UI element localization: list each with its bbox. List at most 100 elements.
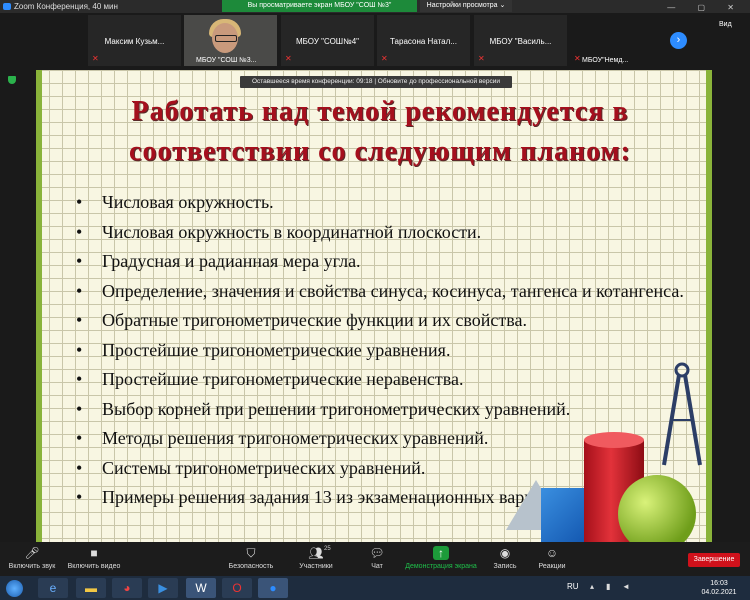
bullet-icon: • [76, 487, 83, 507]
windows-taskbar: e ▬ ◕ ▶ W O ● RU ▴ ▮ ◄ 16:03 04.02.2021 [0, 576, 750, 600]
muted-mic-icon: ✕ [92, 54, 99, 63]
bullet-icon: • [76, 192, 83, 212]
tray-arrow-icon[interactable]: ▴ [590, 582, 594, 591]
slide-right-border [706, 70, 712, 542]
bullet-icon: • [76, 428, 83, 448]
bullet-icon: • [76, 280, 83, 301]
plan-item-text: Системы тригонометрических уравнений. [102, 457, 426, 478]
participant-tile[interactable]: МБОУ "СОШ№4" ✕ [281, 15, 374, 66]
slide-title: Работать над темой рекомендуется в соотв… [60, 92, 700, 172]
media-taskbar-icon[interactable]: ▶ [148, 578, 178, 598]
chrome-taskbar-icon[interactable]: ◕ [112, 578, 142, 598]
plan-item-text: Простейшие тригонометрические уравнения. [102, 339, 451, 360]
view-options-button[interactable]: Настройки просмотра ⌄ [420, 0, 512, 12]
plan-item-text: Выбор корней при решении тригонометричес… [102, 398, 571, 419]
ie-taskbar-icon[interactable]: e [38, 578, 68, 598]
share-screen-button[interactable]: ↑ Демонстрация экрана [404, 546, 478, 570]
viewing-share-banner: Вы просматриваете экран МБОУ "СОШ №3" [222, 0, 417, 12]
chat-button[interactable]: 💬︎ Чат [362, 546, 392, 570]
muted-mic-icon: ✕ [381, 54, 388, 63]
participant-name: Максим Кузьм... [104, 37, 165, 46]
slide-title-line: соответствии со следующим планом: [129, 136, 631, 167]
plan-item: • Числовая окружность в координатной плос… [76, 222, 696, 243]
taskbar-clock[interactable]: 16:03 04.02.2021 [698, 579, 740, 597]
clock-date: 04.02.2021 [701, 589, 737, 596]
participant-name: МБОУ "Василь... [489, 37, 552, 46]
plan-item: • Выбор корней при решении тригонометриче… [76, 399, 696, 420]
record-button[interactable]: ◉ Запись [488, 546, 522, 570]
bullet-icon: • [76, 221, 83, 242]
plan-item: • Градусная и радианная мера угла. [76, 251, 696, 272]
participant-glasses [215, 35, 237, 42]
bullet-icon: • [76, 339, 83, 360]
participant-name: Тарасона Натал... [390, 37, 457, 46]
meeting-time-remaining-banner[interactable]: Оставшееся время конференции: 09:18 | Об… [240, 76, 512, 88]
unmute-label: Включить звук [8, 563, 56, 570]
bullet-icon: • [76, 457, 83, 478]
reactions-button[interactable]: ☺ Реакции [534, 546, 570, 570]
plan-item-text: Методы решения тригонометрических уравне… [102, 428, 489, 448]
plan-item-text: Простейшие тригонометрические неравенств… [102, 369, 464, 389]
meeting-toolbar: 🎤︎ Включить звук ■ Включить видео ⛉ Безо… [0, 542, 750, 576]
share-screen-label: Демонстрация экрана [405, 563, 477, 570]
network-icon[interactable]: ▮ [606, 582, 610, 591]
share-screen-icon: ↑ [433, 546, 449, 560]
compass-icon [662, 362, 702, 466]
security-button[interactable]: ⛉ Безопасность [226, 546, 276, 570]
chat-label: Чат [371, 563, 383, 570]
shared-screen-slide: Работать над темой рекомендуется в соотв… [36, 70, 712, 542]
volume-icon[interactable]: ◄ [622, 582, 630, 591]
start-video-label: Включить видео [67, 563, 121, 570]
red-cylinder-top-decoration [584, 432, 644, 448]
opera-taskbar-icon[interactable]: O [222, 578, 252, 598]
security-shield-icon[interactable] [8, 76, 16, 84]
start-video-button[interactable]: ■ Включить видео [64, 546, 124, 570]
chat-icon: 💬︎ [369, 546, 385, 560]
plan-item-text: Определение, значения и свойства синуса,… [102, 280, 684, 301]
word-taskbar-icon[interactable]: W [186, 578, 216, 598]
participant-name: МБОУ "СОШ №3... [196, 57, 257, 64]
bullet-icon: • [76, 398, 83, 419]
participant-tile[interactable]: ✕ МБОУ"Немд... [570, 15, 663, 66]
bullet-icon: • [76, 251, 83, 271]
participant-tile[interactable]: Тарасона Натал... ✕ [377, 15, 470, 66]
participants-button[interactable]: 👥︎ Участники [292, 546, 340, 570]
end-meeting-button[interactable]: Завершение [688, 553, 740, 567]
participants-label: Участники [299, 563, 333, 570]
plan-item-text: Обратные тригонометрические функции и их… [102, 310, 528, 330]
start-button-icon[interactable] [6, 580, 23, 597]
language-indicator[interactable]: RU [567, 582, 579, 591]
participant-tile[interactable]: Максим Кузьм... ✕ [88, 15, 181, 66]
reactions-label: Реакции [538, 563, 566, 570]
plan-item: • Простейшие тригонометрические неравенст… [76, 369, 696, 390]
view-button[interactable]: Вид [719, 21, 732, 28]
plan-item: • Простейшие тригонометрические уравнения… [76, 340, 696, 361]
video-off-icon: ■ [90, 546, 98, 560]
plan-item-text: Числовая окружность. [102, 192, 274, 212]
participant-name: МБОУ "СОШ№4" [295, 37, 360, 46]
participants-strip: Максим Кузьм... ✕ МБОУ "СОШ №3... МБОУ "… [0, 13, 750, 68]
bullet-icon: • [76, 369, 83, 389]
participant-tile[interactable]: МБОУ "Василь... ✕ [474, 15, 567, 66]
slide-title-line: Работать над темой рекомендуется в [131, 96, 629, 127]
security-label: Безопасность [228, 563, 274, 570]
next-participants-button[interactable]: › [670, 32, 687, 49]
explorer-taskbar-icon[interactable]: ▬ [76, 578, 106, 598]
participants-count-badge: 25 [324, 546, 331, 552]
plan-item-text: Градусная и радианная мера угла. [102, 251, 361, 271]
zoom-taskbar-icon[interactable]: ● [258, 578, 288, 598]
participant-name: МБОУ"Немд... [582, 57, 629, 64]
muted-mic-icon: ✕ [478, 54, 485, 63]
participants-icon: 👥︎ [308, 546, 324, 560]
clock-time: 16:03 [710, 580, 728, 587]
muted-mic-icon: 🎤︎ [24, 546, 40, 560]
plan-item: • Обратные тригонометрические функции и и… [76, 310, 696, 331]
plan-item: • Числовая окружность. [76, 192, 696, 213]
muted-mic-icon: ✕ [574, 54, 581, 63]
window-title: Zoom Конференция, 40 мин [14, 2, 118, 11]
participant-video-tile[interactable]: МБОУ "СОШ №3... [184, 15, 277, 66]
shield-icon: ⛉ [246, 546, 256, 560]
unmute-button[interactable]: 🎤︎ Включить звук [6, 546, 58, 570]
reactions-icon: ☺ [545, 546, 559, 560]
zoom-app-icon [3, 3, 11, 10]
